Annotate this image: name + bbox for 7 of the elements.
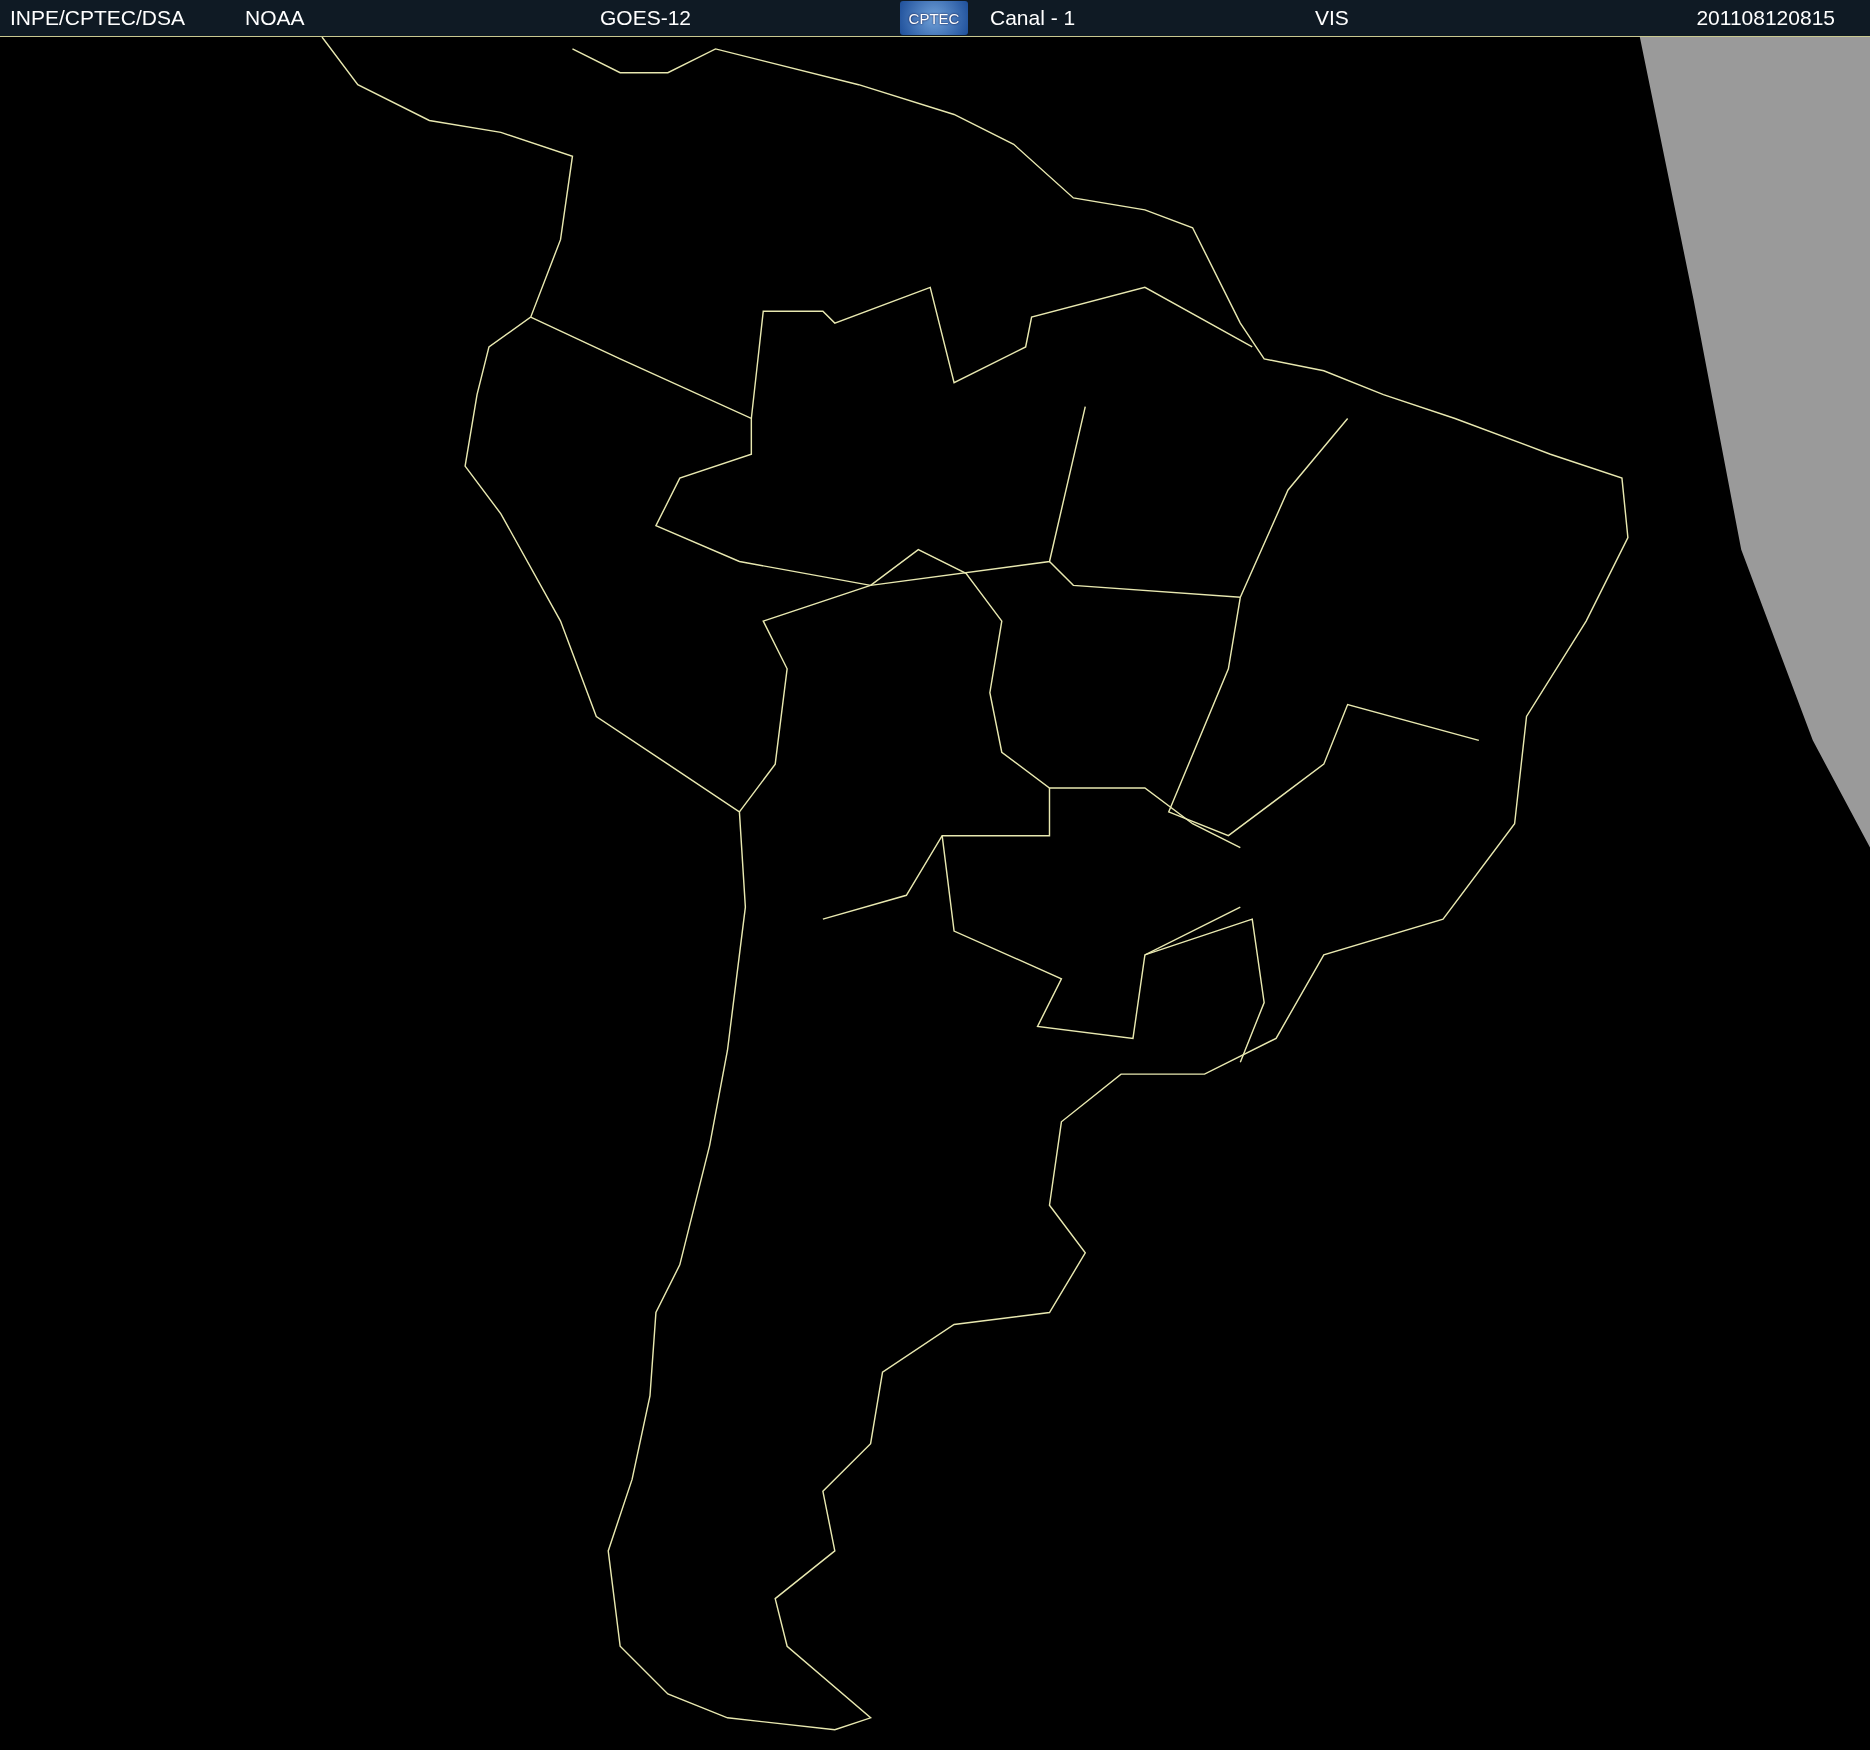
source-label: INPE/CPTEC/DSA — [9, 6, 187, 30]
agency-label: NOAA — [244, 6, 306, 30]
channel-label: Canal - 1 — [989, 6, 1077, 30]
band-label: VIS — [1314, 6, 1350, 30]
satellite-label: GOES-12 — [599, 6, 693, 30]
timestamp-label: 201108120815 — [1695, 6, 1836, 30]
logo: CPTEC — [900, 1, 968, 35]
